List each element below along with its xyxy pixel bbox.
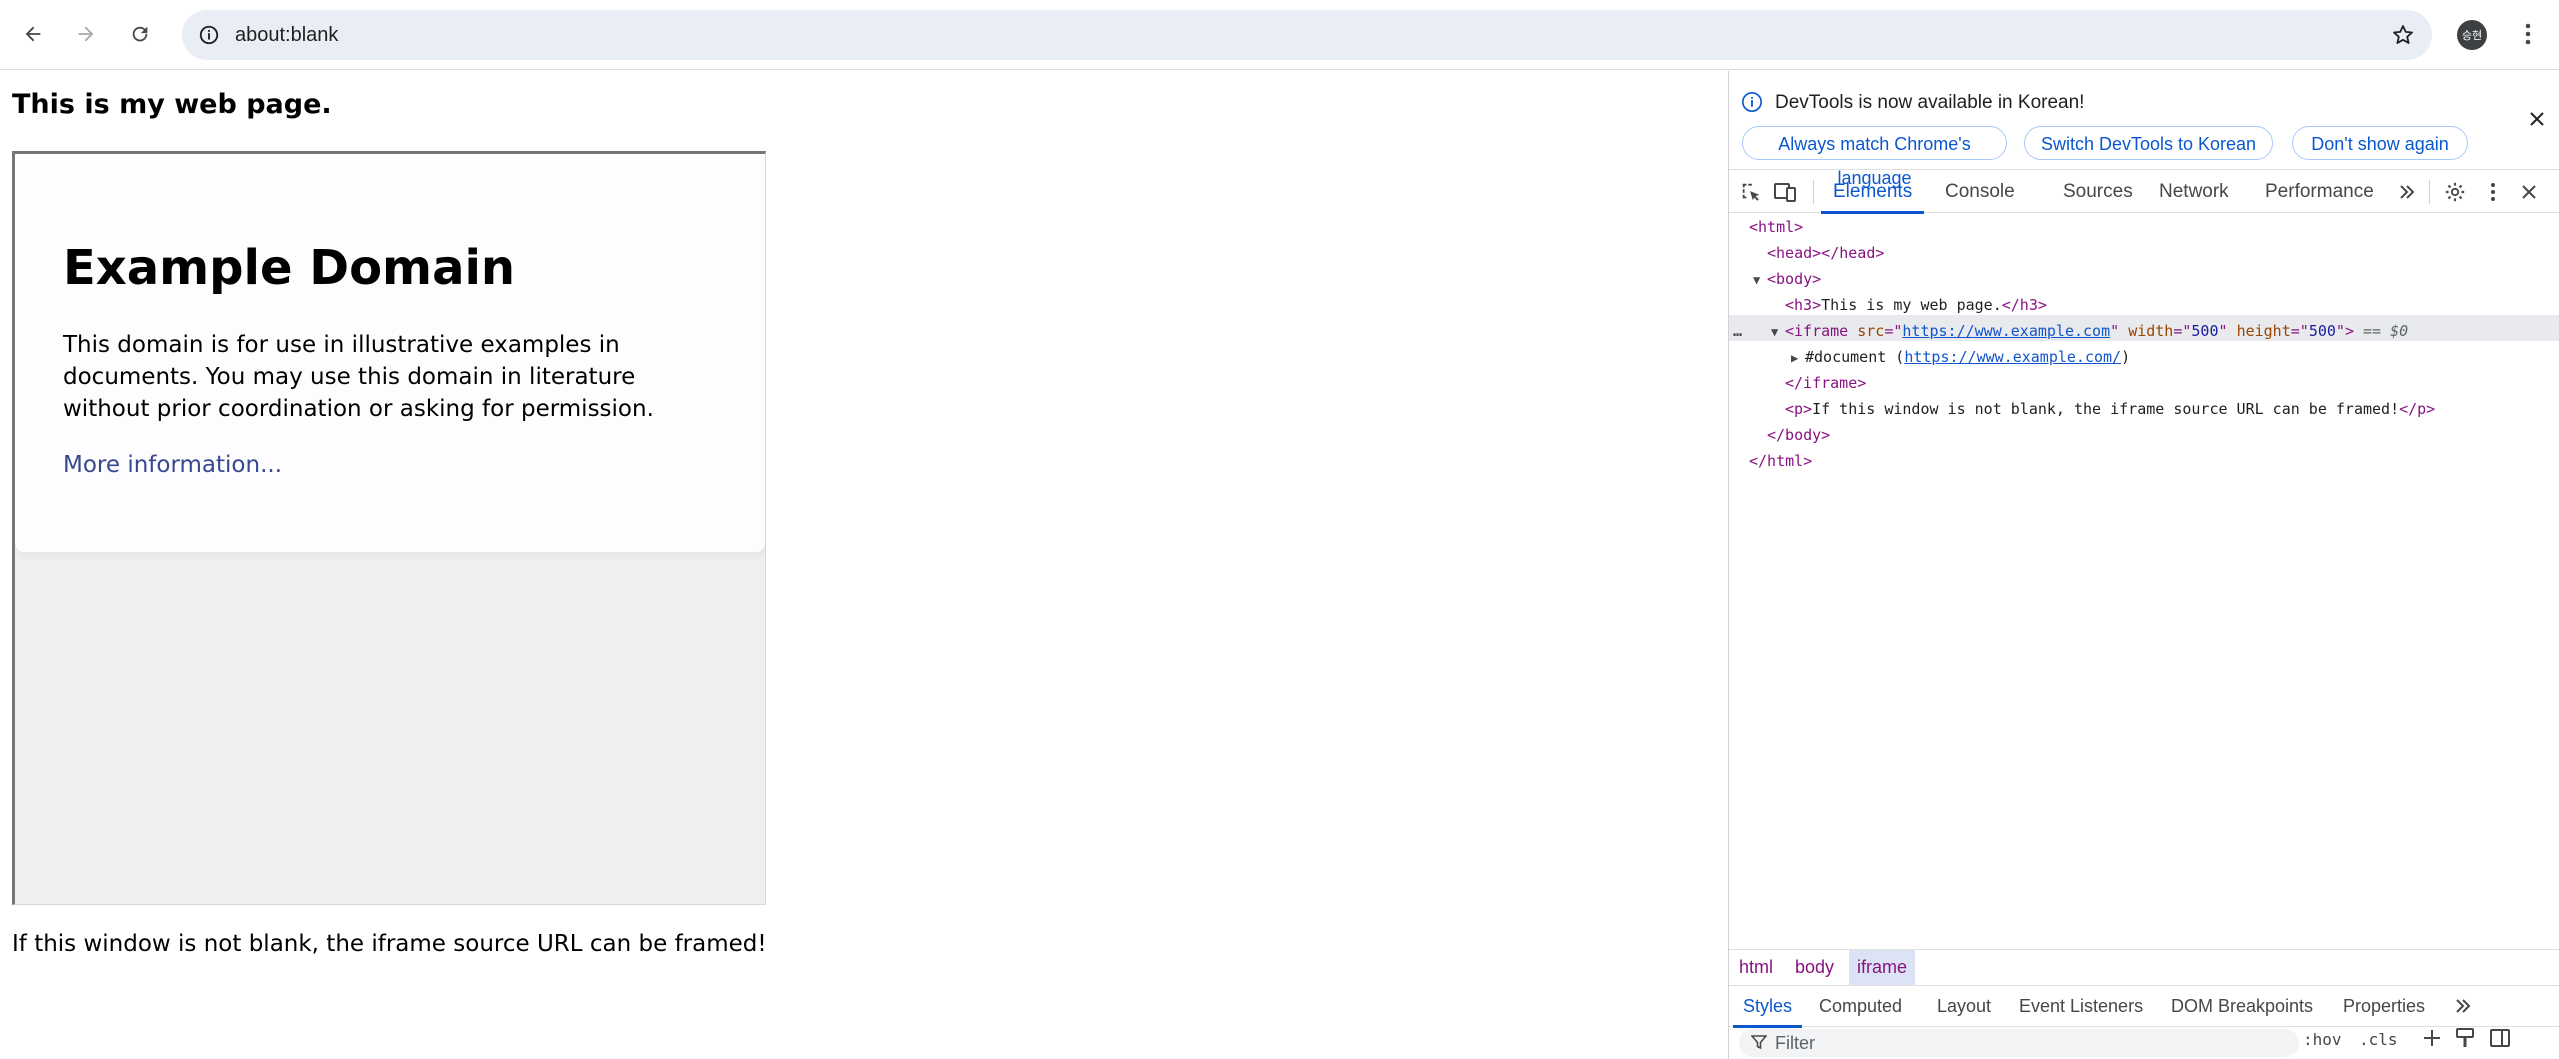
tab-dom-breakpoints[interactable]: DOM Breakpoints [2171, 986, 2313, 1027]
dom-node-more-button[interactable]: … [1733, 318, 1742, 344]
element-state-button[interactable] [2455, 1027, 2475, 1053]
star-icon [2393, 25, 2413, 44]
toggle-sidebar-button[interactable] [2489, 1027, 2511, 1053]
devtools-tab-bar: Elements Console Sources Network Perform… [1729, 169, 2559, 214]
example-domain-card: Example Domain This domain is for use in… [15, 154, 765, 552]
device-toolbar-button[interactable] [1773, 180, 1797, 204]
dom-node-html-close[interactable]: </html> [1749, 448, 1812, 474]
device-icon [1774, 183, 1796, 202]
web-page: This is my web page. Example Domain This… [0, 71, 1728, 1059]
close-icon [2522, 185, 2536, 199]
more-panels-button[interactable] [2451, 994, 2475, 1018]
breadcrumb: html body iframe [1729, 949, 2559, 985]
more-tabs-button[interactable] [2395, 180, 2419, 204]
dom-node-iframe-close[interactable]: </iframe> [1785, 370, 1866, 396]
page-note: If this window is not blank, the iframe … [12, 931, 767, 957]
browser-menu-button[interactable] [2508, 14, 2548, 54]
expanded-triangle-icon[interactable]: ▼ [1771, 319, 1785, 345]
tab-elements[interactable]: Elements [1820, 170, 1925, 214]
breadcrumb-iframe[interactable]: iframe [1849, 950, 1916, 985]
dom-tree: <html> <head></head> ▼ <body> <h3>This is… [1729, 214, 2559, 1014]
menu-icon [2525, 23, 2531, 45]
infobar-message: DevTools is now available in Korean! [1775, 92, 2085, 113]
back-icon [25, 26, 41, 42]
sidebar-icon [2490, 1029, 2510, 1047]
language-infobar: DevTools is now available in Korean! Alw… [1729, 71, 2559, 188]
reload-button[interactable] [120, 14, 160, 54]
site-info-button[interactable] [194, 20, 224, 50]
dom-node-document[interactable]: ▶ #document (https://www.example.com/) [1791, 344, 2130, 370]
dom-node-h3[interactable]: <h3>This is my web page.</h3> [1785, 292, 2047, 318]
tab-console[interactable]: Console [1945, 170, 2015, 213]
close-icon [2530, 112, 2544, 126]
tab-sources[interactable]: Sources [2063, 170, 2133, 213]
breadcrumb-html[interactable]: html [1739, 950, 1773, 985]
tab-properties[interactable]: Properties [2343, 986, 2425, 1027]
info-icon [1742, 92, 1762, 112]
switch-to-korean-button[interactable]: Switch DevTools to Korean [2024, 126, 2273, 160]
more-information-link[interactable]: More information... [63, 452, 282, 478]
styles-filter-bar: Filter :hov .cls [1729, 1027, 2559, 1059]
forward-button[interactable] [66, 14, 106, 54]
kebab-menu-icon [2491, 183, 2495, 201]
inspect-icon [1742, 183, 1760, 201]
forward-icon [78, 26, 94, 42]
tab-event-listeners[interactable]: Event Listeners [2019, 986, 2143, 1027]
url-text[interactable]: about:blank [235, 10, 338, 60]
paint-icon [2456, 1028, 2474, 1047]
gear-icon [2445, 182, 2465, 202]
expanded-triangle-icon[interactable]: ▼ [1753, 267, 1767, 293]
collapsed-triangle-icon[interactable]: ▶ [1791, 345, 1805, 371]
dom-node-iframe[interactable]: ▼ <iframe src="https://www.example.com" w… [1771, 318, 2408, 344]
reload-icon [132, 26, 148, 42]
dont-show-again-button[interactable]: Don't show again [2292, 126, 2468, 160]
new-style-rule-button[interactable] [2421, 1027, 2443, 1053]
chevron-double-right-icon [2400, 185, 2415, 199]
tab-performance[interactable]: Performance [2265, 170, 2374, 213]
iframe-description: This domain is for use in illustrative e… [63, 332, 654, 422]
bookmark-button[interactable] [2388, 20, 2418, 50]
always-match-language-button[interactable]: Always match Chrome's language [1742, 126, 2007, 188]
iframe-title: Example Domain [63, 240, 516, 296]
close-devtools-button[interactable] [2517, 180, 2541, 204]
tab-computed[interactable]: Computed [1819, 986, 1902, 1027]
page-heading: This is my web page. [12, 89, 332, 120]
dom-node-head[interactable]: <head></head> [1767, 240, 1884, 266]
dom-node-html[interactable]: <html> [1749, 214, 1803, 240]
iframe-src-link[interactable]: https://www.example.com [1902, 322, 2110, 340]
devtools-panel: DevTools is now available in Korean! Alw… [1728, 71, 2559, 1059]
dom-node-body-close[interactable]: </body> [1767, 422, 1830, 448]
embedded-iframe[interactable]: Example Domain This domain is for use in… [12, 151, 766, 905]
hover-state-toggle[interactable]: :hov [2303, 1030, 2342, 1049]
tab-styles[interactable]: Styles [1732, 986, 1803, 1028]
filter-icon [1750, 1034, 1768, 1055]
infobar-close-button[interactable] [2525, 107, 2549, 131]
inspect-element-button[interactable] [1739, 180, 1763, 204]
styles-tab-bar: Styles Computed Layout Event Listeners D… [1729, 985, 2559, 1028]
dom-node-body[interactable]: ▼ <body> [1753, 266, 1821, 292]
settings-button[interactable] [2443, 180, 2467, 204]
info-icon [199, 25, 219, 45]
styles-filter-input[interactable]: Filter [1739, 1029, 2299, 1057]
plus-icon [2424, 1030, 2440, 1046]
chevron-double-right-icon [2456, 999, 2471, 1013]
back-button[interactable] [13, 14, 53, 54]
customize-menu-button[interactable] [2481, 180, 2505, 204]
document-url-link[interactable]: https://www.example.com/ [1904, 348, 2121, 366]
address-bar[interactable]: about:blank [182, 10, 2432, 60]
tab-network[interactable]: Network [2159, 170, 2229, 213]
breadcrumb-body[interactable]: body [1795, 950, 1834, 985]
tab-layout[interactable]: Layout [1937, 986, 1991, 1027]
class-toggle[interactable]: .cls [2359, 1030, 2398, 1049]
browser-toolbar: about:blank 승현 [0, 0, 2559, 70]
dom-node-p[interactable]: <p>If this window is not blank, the ifra… [1785, 396, 2435, 422]
profile-avatar[interactable]: 승현 [2457, 20, 2487, 50]
